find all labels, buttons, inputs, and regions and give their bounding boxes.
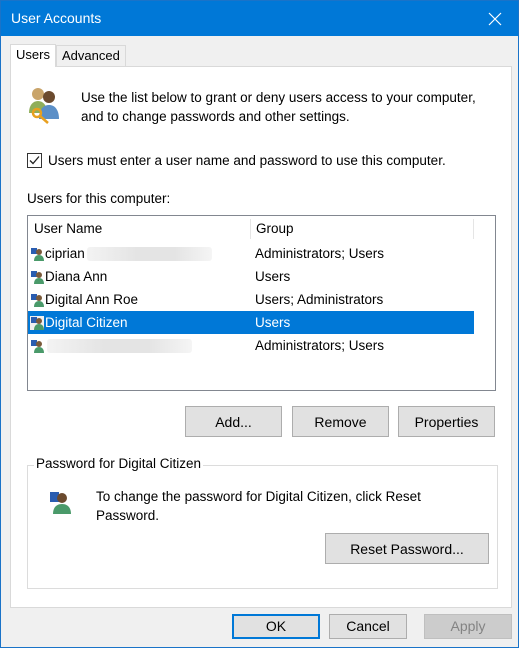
redacted-text xyxy=(47,338,192,353)
require-login-checkbox[interactable] xyxy=(27,153,42,168)
remove-user-button[interactable]: Remove xyxy=(292,406,389,437)
user-group: Administrators; Users xyxy=(255,338,385,353)
add-user-button[interactable]: Add... xyxy=(185,406,282,437)
users-list-label: Users for this computer: xyxy=(27,191,171,206)
user-icon xyxy=(31,339,44,353)
user-icon xyxy=(31,270,44,284)
window-title: User Accounts xyxy=(11,10,102,26)
users-tab-panel: Use the list below to grant or deny user… xyxy=(10,66,512,608)
redacted-text xyxy=(86,246,212,261)
tab-users[interactable]: Users xyxy=(10,44,56,67)
intro-text: Use the list below to grant or deny user… xyxy=(81,90,476,124)
tab-advanced[interactable]: Advanced xyxy=(56,45,126,66)
user-name: Digital Citizen xyxy=(45,315,128,330)
table-row[interactable]: Digital Ann Roe Users; Administrators xyxy=(28,288,474,311)
list-header: User Name Group xyxy=(28,216,495,241)
column-header-group[interactable]: Group xyxy=(250,216,294,241)
user-icon xyxy=(31,293,44,307)
table-row[interactable]: Diana Ann Users xyxy=(28,265,474,288)
close-icon xyxy=(488,12,502,25)
users-key-icon xyxy=(29,88,59,124)
require-login-label: Users must enter a user name and passwor… xyxy=(48,153,446,168)
user-group: Administrators; Users xyxy=(255,246,385,261)
column-divider[interactable] xyxy=(473,219,474,239)
user-accounts-dialog: User Accounts Users Advanced Use the lis… xyxy=(0,0,519,648)
user-group: Users xyxy=(255,315,291,330)
user-icon xyxy=(50,492,71,514)
cancel-button[interactable]: Cancel xyxy=(329,614,407,639)
table-row[interactable]: Administrators; Users xyxy=(28,334,474,357)
user-name: Digital Ann Roe xyxy=(45,292,139,307)
users-list[interactable]: User Name Group ciprian Administrators; … xyxy=(27,215,496,391)
user-name: Diana Ann xyxy=(45,269,108,284)
table-row-selected[interactable]: Digital Citizen Users xyxy=(28,311,474,334)
reset-password-button[interactable]: Reset Password... xyxy=(325,533,489,564)
password-info-text: To change the password for Digital Citiz… xyxy=(96,489,421,523)
apply-button[interactable]: Apply xyxy=(424,614,512,639)
user-icon xyxy=(31,247,44,261)
properties-button[interactable]: Properties xyxy=(398,406,495,437)
title-bar: User Accounts xyxy=(1,1,518,36)
user-group: Users xyxy=(255,269,291,284)
password-group-title: Password for Digital Citizen xyxy=(34,456,204,471)
ok-button[interactable]: OK xyxy=(232,614,320,639)
user-icon xyxy=(30,315,44,330)
require-login-option[interactable]: Users must enter a user name and passwor… xyxy=(27,153,446,168)
user-group: Users; Administrators xyxy=(255,292,384,307)
close-button[interactable] xyxy=(472,1,518,36)
table-row[interactable]: ciprian Administrators; Users xyxy=(28,242,474,265)
column-header-user-name[interactable]: User Name xyxy=(28,216,102,241)
checkmark-icon xyxy=(29,156,40,165)
password-groupbox: Password for Digital Citizen To change t… xyxy=(27,456,498,589)
user-name: ciprian xyxy=(45,246,85,261)
